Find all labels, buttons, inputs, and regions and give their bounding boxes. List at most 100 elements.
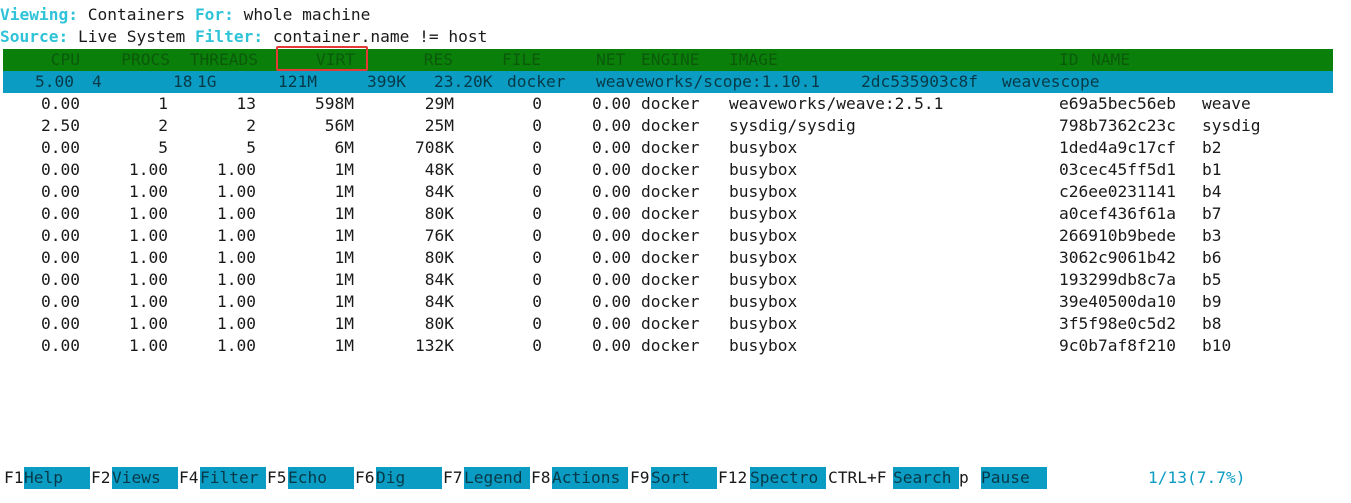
- cell-net: 0.00: [592, 336, 631, 355]
- cell-procs: 1.00: [129, 182, 168, 201]
- cell-engine: docker: [641, 248, 700, 267]
- cell-procs: 1.00: [129, 248, 168, 267]
- selected-table-row[interactable]: 5.00 4 18 1G 121M 399K 23.20K docker wea…: [3, 71, 1333, 93]
- cell-name: weavescope: [1002, 72, 1100, 91]
- fkey-spectro-button[interactable]: Spectro: [750, 467, 826, 489]
- cell-cpu: 0.00: [41, 270, 80, 289]
- cell-threads: 13: [236, 94, 257, 113]
- fkey-sort-button[interactable]: Sort: [651, 467, 717, 489]
- cell-id: 1ded4a9c17cf: [1059, 138, 1176, 157]
- source-info-line: Source: Live System Filter: container.na…: [0, 26, 487, 48]
- cell-cpu: 2.50: [41, 116, 80, 135]
- virt-highlight-box: [276, 46, 368, 71]
- cell-procs: 1.00: [129, 226, 168, 245]
- cell-cpu: 0.00: [41, 314, 80, 333]
- column-header-image[interactable]: IMAGE: [729, 49, 778, 71]
- cell-cpu: 0.00: [41, 248, 80, 267]
- cell-file: 0: [532, 116, 542, 135]
- cell-threads: 5: [246, 138, 256, 157]
- table-row[interactable]: 0.00 1.00 1.00 1M 80K 0 0.00 docker busybox a0cef…: [0, 203, 1330, 225]
- for-label: For:: [194, 5, 234, 24]
- cell-res: 48K: [424, 160, 454, 179]
- cell-procs: 1: [158, 94, 168, 113]
- column-header-id[interactable]: ID: [1059, 49, 1079, 71]
- table-row[interactable]: 0.00 5 5 6M 708K 0 0.00 docker busybox 1ded4a9c17…: [0, 137, 1330, 159]
- cell-file: 0: [532, 94, 542, 113]
- cell-net: 0.00: [592, 248, 631, 267]
- column-header-res[interactable]: RES: [363, 49, 453, 71]
- cell-id: 03cec45ff5d1: [1059, 160, 1176, 179]
- cell-name: b5: [1202, 270, 1222, 289]
- cell-image: sysdig/sysdig: [729, 116, 856, 135]
- table-row[interactable]: 0.00 1.00 1.00 1M 84K 0 0.00 docker busybox c26ee…: [0, 181, 1330, 203]
- cell-threads: 1.00: [217, 314, 256, 333]
- column-header-name[interactable]: NAME: [1091, 49, 1130, 71]
- fkey-search-button[interactable]: Search: [893, 467, 959, 489]
- cell-res: 84K: [424, 182, 454, 201]
- fkey-views-button[interactable]: Views: [112, 467, 178, 489]
- cell-virt: 1M: [334, 160, 355, 179]
- table-row[interactable]: 0.00 1.00 1.00 1M 84K 0 0.00 docker busybox 19329…: [0, 269, 1330, 291]
- fkey-f6-key: F6: [355, 468, 375, 487]
- cell-name: b1: [1202, 160, 1222, 179]
- cell-image: busybox: [729, 314, 798, 333]
- cell-engine: docker: [641, 116, 700, 135]
- cell-net: 0.00: [592, 116, 631, 135]
- cell-threads: 1.00: [217, 160, 256, 179]
- cell-res: 132K: [415, 336, 454, 355]
- cell-threads: 18: [173, 72, 193, 91]
- fkey-f9-key: F9: [630, 468, 650, 487]
- fkey-pause-button[interactable]: Pause: [981, 467, 1047, 489]
- cell-threads: 1.00: [217, 336, 256, 355]
- cell-procs: 1.00: [129, 314, 168, 333]
- function-key-bar: F1 Help F2 Views F4 Filter F5 Echo F6 Di…: [0, 467, 1351, 489]
- cell-engine: docker: [641, 94, 700, 113]
- cell-engine: docker: [641, 292, 700, 311]
- fkey-actions-button[interactable]: Actions: [552, 467, 628, 489]
- view-info-line: Viewing: Containers For: whole machine: [0, 4, 370, 26]
- cell-procs: 2: [158, 116, 168, 135]
- fkey-help-button[interactable]: Help: [24, 467, 90, 489]
- fkey-p-key: p: [959, 468, 969, 487]
- cell-virt: 1M: [334, 204, 355, 223]
- column-header-net[interactable]: NET: [596, 49, 625, 71]
- cell-threads: 1.00: [217, 182, 256, 201]
- cell-res: 84K: [424, 270, 454, 289]
- fkey-filter-button[interactable]: Filter: [200, 467, 266, 489]
- cell-id: 2dc535903c8f: [861, 72, 978, 91]
- fkey-legend-button[interactable]: Legend: [464, 467, 530, 489]
- fkey-dig-button[interactable]: Dig: [376, 467, 442, 489]
- table-row[interactable]: 0.00 1.00 1.00 1M 84K 0 0.00 docker busybox 39e40…: [0, 291, 1330, 313]
- column-header-procs[interactable]: PROCS: [81, 49, 170, 71]
- table-row[interactable]: 0.00 1.00 1.00 1M 48K 0 0.00 docker busybox 03cec…: [0, 159, 1330, 181]
- column-header-file[interactable]: FILE: [463, 49, 541, 71]
- cell-engine: docker: [641, 226, 700, 245]
- column-header-threads[interactable]: THREADS: [171, 49, 258, 71]
- cell-image: busybox: [729, 226, 798, 245]
- cell-cpu: 0.00: [41, 336, 80, 355]
- cell-cpu: 0.00: [41, 138, 80, 157]
- column-header-cpu[interactable]: CPU: [3, 49, 80, 71]
- column-header-engine[interactable]: ENGINE: [641, 49, 699, 71]
- fkey-echo-button[interactable]: Echo: [288, 467, 354, 489]
- cell-engine: docker: [641, 160, 700, 179]
- cell-image: busybox: [729, 292, 798, 311]
- table-row[interactable]: 0.00 1.00 1.00 1M 132K 0 0.00 docker busybox 9c0b…: [0, 335, 1330, 357]
- cell-virt: 1M: [334, 336, 355, 355]
- cell-id: 798b7362c23c: [1059, 116, 1176, 135]
- fkey-f4-key: F4: [179, 468, 199, 487]
- cell-threads: 2: [246, 116, 256, 135]
- cell-res: 80K: [424, 314, 454, 333]
- cell-net: 0.00: [592, 94, 631, 113]
- cell-image: busybox: [729, 336, 798, 355]
- table-row[interactable]: 2.50 2 2 56M 25M 0 0.00 docker sysdig/sysdig 798b…: [0, 115, 1330, 137]
- table-row[interactable]: 0.00 1.00 1.00 1M 76K 0 0.00 docker busybox 26691…: [0, 225, 1330, 247]
- table-row[interactable]: 0.00 1.00 1.00 1M 80K 0 0.00 docker busybox 3f5f9…: [0, 313, 1330, 335]
- cell-file: 0: [532, 204, 542, 223]
- cell-id: 9c0b7af8f210: [1059, 336, 1176, 355]
- cell-file: 0: [532, 226, 542, 245]
- table-row[interactable]: 0.00 1 13 598M 29M 0 0.00 docker weaveworks/weav…: [0, 93, 1330, 115]
- table-row[interactable]: 0.00 1.00 1.00 1M 80K 0 0.00 docker busybox 3062c…: [0, 247, 1330, 269]
- cell-name: b9: [1202, 292, 1222, 311]
- cell-net: 0.00: [592, 182, 631, 201]
